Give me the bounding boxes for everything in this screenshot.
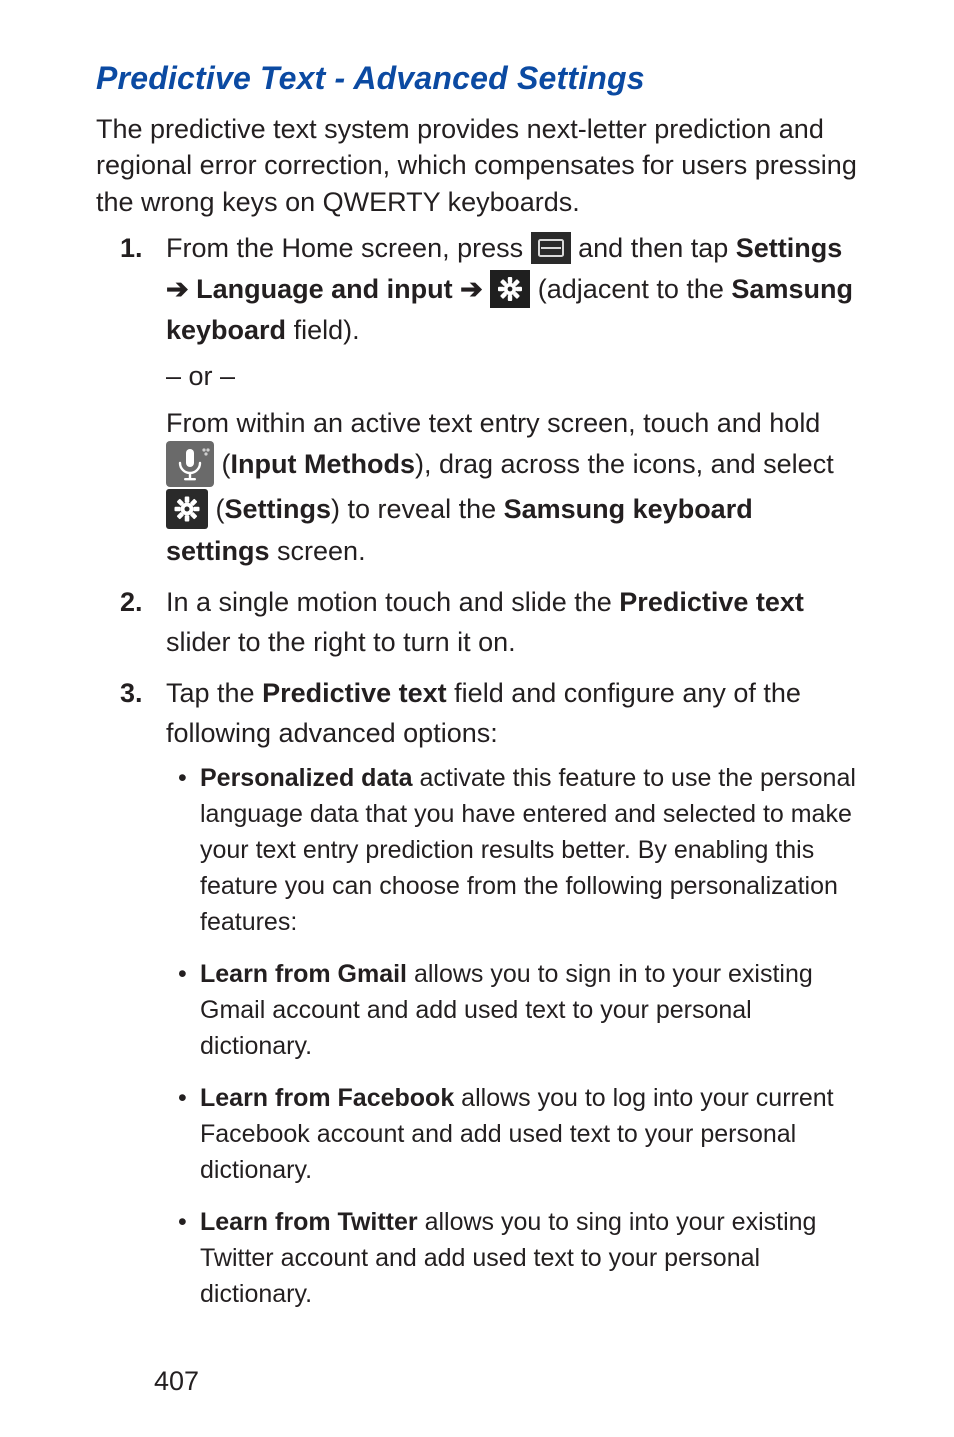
label-input-methods: Input Methods xyxy=(231,449,415,479)
intro-paragraph: The predictive text system provides next… xyxy=(96,111,858,220)
text: screen. xyxy=(270,536,366,566)
label-language-input: Language and input xyxy=(196,274,453,304)
mic-icon xyxy=(166,441,214,487)
arrow-icon: ➔ xyxy=(166,274,196,304)
menu-key-icon xyxy=(531,232,571,264)
step-number: 3. xyxy=(120,673,143,714)
text: slider to the right to turn it on. xyxy=(166,627,516,657)
label-settings: Settings xyxy=(225,494,332,524)
label-predictive-text: Predictive text xyxy=(619,587,804,617)
bullet-lead: Personalized data xyxy=(200,764,413,792)
bullet-lead: Learn from Gmail xyxy=(200,960,407,988)
step-number: 1. xyxy=(120,228,143,269)
list-item: Learn from Twitter allows you to sing in… xyxy=(200,1204,858,1312)
step-3: 3. Tap the Predictive text field and con… xyxy=(166,673,858,1312)
text: Tap the xyxy=(166,678,262,708)
step-body: In a single motion touch and slide the P… xyxy=(166,587,804,658)
text: (adjacent to the xyxy=(538,274,732,304)
text: field). xyxy=(294,315,360,345)
steps-list: 1. From the Home screen, press and then … xyxy=(96,228,858,1311)
list-item: Learn from Facebook allows you to log in… xyxy=(200,1080,858,1188)
bullet-lead: Learn from Facebook xyxy=(200,1084,454,1112)
step-1: 1. From the Home screen, press and then … xyxy=(166,228,858,571)
manual-page: Predictive Text - Advanced Settings The … xyxy=(0,0,954,1437)
label-settings: Settings xyxy=(736,233,843,263)
text: In a single motion touch and slide the xyxy=(166,587,619,617)
step-2: 2. In a single motion touch and slide th… xyxy=(166,582,858,663)
text: and then tap xyxy=(578,233,736,263)
bullet-list: Personalized data activate this feature … xyxy=(166,760,858,1312)
list-item: Personalized data activate this feature … xyxy=(200,760,858,940)
page-number: 407 xyxy=(154,1366,858,1397)
text: ( xyxy=(216,494,225,524)
text: ), drag across the icons, and select xyxy=(415,449,834,479)
list-item: Learn from Gmail allows you to sign in t… xyxy=(200,956,858,1064)
text: ) to reveal the xyxy=(331,494,504,524)
step-number: 2. xyxy=(120,582,143,623)
text: From the Home screen, press xyxy=(166,233,531,263)
bullet-lead: Learn from Twitter xyxy=(200,1208,418,1236)
label-predictive-text: Predictive text xyxy=(262,678,447,708)
gear-icon xyxy=(166,489,208,529)
step-body: From the Home screen, press and then tap… xyxy=(166,233,853,344)
gear-icon xyxy=(490,270,530,308)
step-body: Tap the Predictive text field and config… xyxy=(166,678,801,749)
step-alt-body: From within an active text entry screen,… xyxy=(166,403,858,572)
text: From within an active text entry screen,… xyxy=(166,408,820,438)
or-separator: – or – xyxy=(166,356,858,397)
text: ( xyxy=(222,449,231,479)
arrow-icon: ➔ xyxy=(460,274,490,304)
section-title: Predictive Text - Advanced Settings xyxy=(96,60,858,97)
